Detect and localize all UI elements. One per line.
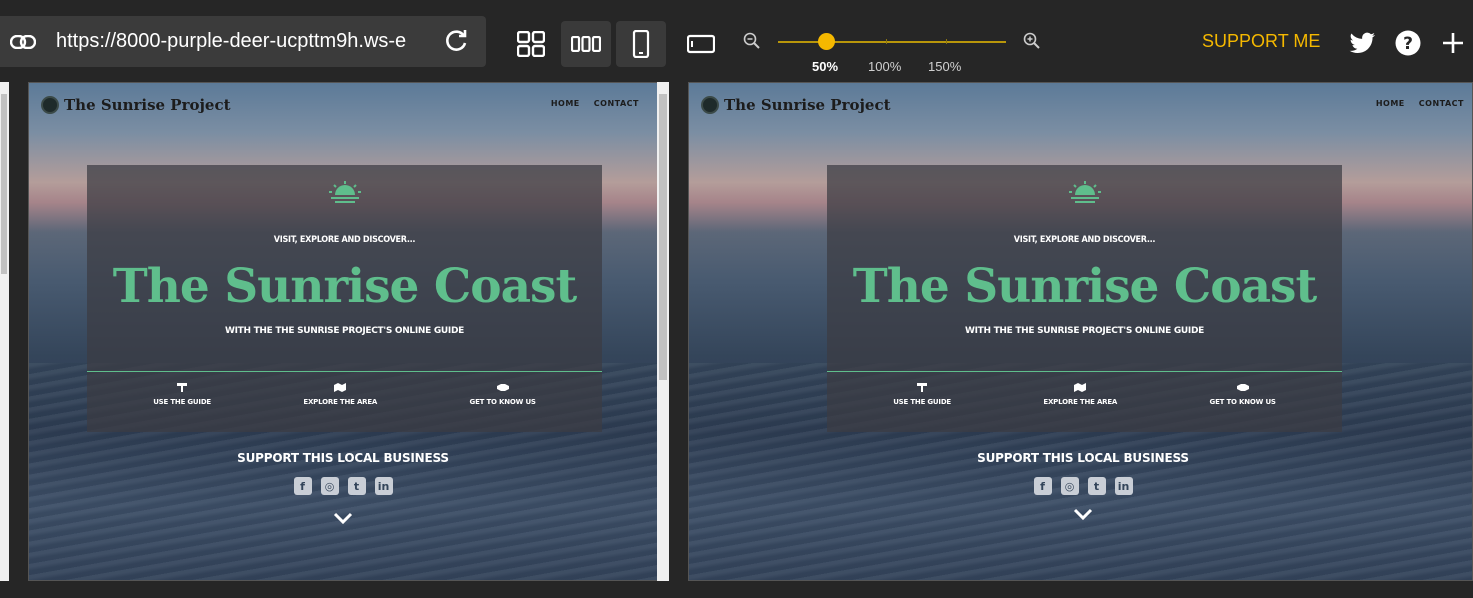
zoom-label-150[interactable]: 150%	[928, 59, 961, 74]
nav-home[interactable]: HOME	[1376, 99, 1405, 108]
map-icon	[1074, 383, 1087, 392]
link-get-to-know-us[interactable]: GET TO KNOW US	[1210, 383, 1276, 406]
facebook-icon[interactable]: f	[1033, 477, 1052, 495]
facebook-icon[interactable]: f	[293, 477, 312, 495]
zoom-label-100[interactable]: 100%	[868, 59, 901, 74]
hero-tagline-bottom: WITH THE THE SUNRISE PROJECT'S ONLINE GU…	[965, 326, 1204, 336]
hero-divider	[827, 371, 1342, 372]
help-icon[interactable]: ?	[1394, 29, 1422, 57]
instagram-icon[interactable]: ◎	[1060, 477, 1079, 495]
toolbar: https://8000-purple-deer-ucpttm9h.ws-e 5…	[0, 0, 1473, 82]
zoom-slider[interactable]	[778, 33, 1006, 50]
hero-title: The Sunrise Coast	[112, 259, 577, 314]
twitter-social-icon[interactable]: t	[1087, 477, 1106, 495]
mobile-view-button[interactable]	[616, 21, 666, 67]
link-use-guide[interactable]: USE THE GUIDE	[153, 383, 211, 406]
site-logo[interactable]: The Sunrise Project	[41, 96, 231, 114]
sunrise-icon	[1067, 181, 1103, 210]
linkedin-icon[interactable]: in	[1114, 477, 1133, 495]
link-get-to-know-us[interactable]: GET TO KNOW US	[470, 383, 536, 406]
url-text[interactable]: https://8000-purple-deer-ucpttm9h.ws-e	[56, 30, 416, 53]
handshake-icon	[1236, 384, 1249, 391]
reload-icon[interactable]	[444, 28, 470, 54]
handshake-icon	[496, 384, 509, 391]
left-scrollbar[interactable]	[0, 82, 9, 581]
hero-title: The Sunrise Coast	[852, 259, 1317, 314]
tablet-landscape-icon	[687, 34, 715, 54]
grid-view-button[interactable]	[506, 21, 556, 67]
preview-frame-2: The Sunrise Project HOME CONTACT VISIT, …	[688, 82, 1473, 581]
link-explore-area[interactable]: EXPLORE THE AREA	[1043, 383, 1117, 406]
site-name: The Sunrise Project	[64, 96, 231, 114]
signpost-icon	[917, 383, 928, 392]
zoom-slider-knob[interactable]	[818, 33, 835, 50]
support-heading: SUPPORT THIS LOCAL BUSINESS	[237, 451, 449, 465]
svg-text:?: ?	[1403, 34, 1413, 54]
chevron-down-icon[interactable]	[333, 511, 353, 529]
hero-tagline-top: VISIT, EXPLORE AND DISCOVER...	[273, 235, 416, 245]
link-use-guide[interactable]: USE THE GUIDE	[893, 383, 951, 406]
hero-tagline-bottom: WITH THE THE SUNRISE PROJECT'S ONLINE GU…	[225, 326, 464, 336]
map-icon	[334, 383, 347, 392]
support-me-link[interactable]: SUPPORT ME	[1202, 31, 1320, 52]
zoom-out-icon[interactable]	[742, 31, 762, 51]
link-icon[interactable]	[8, 27, 38, 57]
columns-view-icon	[571, 36, 601, 52]
hero-panel: VISIT, EXPLORE AND DISCOVER... The Sunri…	[827, 165, 1342, 432]
plus-icon[interactable]	[1439, 29, 1467, 57]
frame-1-scrollbar[interactable]	[657, 82, 669, 581]
hero-panel: VISIT, EXPLORE AND DISCOVER... The Sunri…	[87, 165, 602, 432]
nav-home[interactable]: HOME	[551, 99, 580, 108]
hero-divider	[87, 371, 602, 372]
zoom-in-icon[interactable]	[1022, 31, 1042, 51]
hero-tagline-top: VISIT, EXPLORE AND DISCOVER...	[1013, 235, 1156, 245]
grid-view-icon	[517, 31, 545, 57]
preview-frame-1: The Sunrise Project HOME CONTACT VISIT, …	[28, 82, 658, 581]
url-bar[interactable]: https://8000-purple-deer-ucpttm9h.ws-e	[0, 16, 486, 67]
link-explore-area[interactable]: EXPLORE THE AREA	[303, 383, 377, 406]
sunrise-icon	[327, 181, 363, 210]
zoom-label-50[interactable]: 50%	[812, 59, 838, 74]
support-heading: SUPPORT THIS LOCAL BUSINESS	[977, 451, 1189, 465]
nav-contact[interactable]: CONTACT	[1419, 99, 1464, 108]
twitter-social-icon[interactable]: t	[347, 477, 366, 495]
nav-contact[interactable]: CONTACT	[594, 99, 639, 108]
instagram-icon[interactable]: ◎	[320, 477, 339, 495]
logo-mark-icon	[41, 96, 59, 114]
twitter-icon[interactable]	[1349, 29, 1377, 57]
site-name: The Sunrise Project	[724, 96, 891, 114]
tablet-landscape-button[interactable]	[676, 21, 726, 67]
site-logo[interactable]: The Sunrise Project	[701, 96, 891, 114]
columns-view-button[interactable]	[561, 21, 611, 67]
chevron-down-icon[interactable]	[1073, 507, 1093, 525]
mobile-view-icon	[632, 30, 650, 58]
signpost-icon	[177, 383, 188, 392]
linkedin-icon[interactable]: in	[374, 477, 393, 495]
logo-mark-icon	[701, 96, 719, 114]
